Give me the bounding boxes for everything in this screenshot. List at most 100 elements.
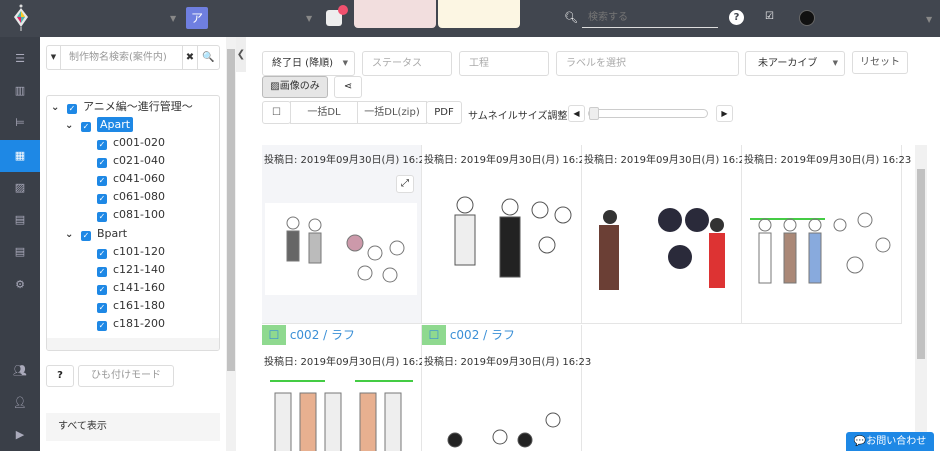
user-add-icon[interactable]: 👤︎ bbox=[0, 387, 40, 419]
tree-item[interactable]: ✓ c121-140 bbox=[97, 261, 165, 279]
pdf-button[interactable]: PDF bbox=[426, 101, 462, 124]
card-checkbox[interactable]: ☐ bbox=[422, 325, 446, 345]
tree-panel-scrollbar[interactable] bbox=[226, 37, 236, 451]
tree-item[interactable]: ✓ c161-180 bbox=[97, 297, 165, 315]
checkbox-icon[interactable]: ✓ bbox=[97, 321, 107, 331]
workspace-dropdown-caret-icon[interactable]: ▼ bbox=[306, 14, 312, 23]
card-thumbnail[interactable] bbox=[265, 375, 417, 451]
tree-horizontal-scrollbar[interactable] bbox=[47, 338, 219, 350]
columns-icon[interactable]: ▥ bbox=[0, 75, 40, 107]
list-icon[interactable]: ☰ bbox=[0, 43, 40, 75]
tree-group-apart[interactable]: ⌄ ✓ Apart bbox=[65, 116, 134, 135]
card-thumbnail[interactable] bbox=[265, 203, 417, 295]
tree-item[interactable]: ✓ c061-080 bbox=[97, 188, 165, 206]
bulk-dl-zip-button[interactable]: 一括DL(zip) bbox=[357, 101, 427, 124]
card[interactable]: ☐ c002 / ラフ 投稿日: 2019年09月30日(月) 16:23 bbox=[422, 325, 591, 451]
tree-item[interactable]: ✓ c041-060 bbox=[97, 170, 165, 188]
sort-select[interactable]: 終了日 (降順) ▼ bbox=[262, 51, 355, 76]
image-icon[interactable]: ▨ bbox=[0, 172, 40, 204]
card-title[interactable]: ☐ c002 / ラフ bbox=[262, 325, 355, 345]
checkbox-icon[interactable]: ✓ bbox=[97, 176, 107, 186]
user-menu-caret-icon[interactable]: ▼ bbox=[926, 15, 932, 24]
tree-icon[interactable]: ⊨ bbox=[0, 107, 40, 139]
card[interactable]: 投稿日: 2019年09月30日(月) 16:23 bbox=[422, 145, 591, 324]
checkbox-icon[interactable]: ✓ bbox=[97, 194, 107, 204]
workspace-avatar[interactable]: ア bbox=[186, 7, 208, 29]
images-only-toggle[interactable]: ▨画像のみ bbox=[262, 76, 328, 98]
card-thumbnail[interactable] bbox=[745, 185, 897, 295]
link-mode-button[interactable]: ひも付けモード bbox=[78, 365, 174, 387]
checkbox-icon[interactable]: ✓ bbox=[97, 212, 107, 222]
checkbox-icon[interactable]: ✓ bbox=[97, 249, 107, 259]
card-title[interactable]: ☐ c002 / ラフ bbox=[422, 325, 515, 345]
top-bar: ▼ ア ▼ 🔍︎ ? ☑ ▼ bbox=[0, 0, 940, 37]
gear-icon[interactable]: ⚙ bbox=[0, 269, 40, 301]
checkbox-icon[interactable]: ✓ bbox=[97, 140, 107, 150]
process-select[interactable]: 工程 bbox=[459, 51, 549, 76]
slider-handle[interactable] bbox=[589, 107, 599, 120]
card-thumbnail[interactable] bbox=[425, 375, 577, 451]
tasks-icon[interactable]: ☑ bbox=[765, 11, 774, 22]
project-dropdown-caret-icon[interactable]: ▼ bbox=[170, 14, 176, 23]
tree-search-input[interactable]: 制作物名検索(案件内) bbox=[61, 46, 183, 69]
show-all-button[interactable]: すべて表示 bbox=[46, 413, 220, 441]
grid-icon[interactable]: ▦ bbox=[0, 140, 40, 172]
user-avatar[interactable] bbox=[799, 10, 815, 26]
search-scope-dropdown[interactable]: ▼ bbox=[47, 46, 61, 69]
item-label: c121-140 bbox=[113, 263, 166, 276]
thumb-decrease-button[interactable]: ◀ bbox=[568, 105, 585, 122]
cream-tab[interactable] bbox=[438, 0, 520, 28]
checkbox-icon[interactable]: ✓ bbox=[97, 158, 107, 168]
help-icon[interactable]: ? bbox=[729, 10, 744, 25]
tree-root[interactable]: ⌄ ✓ アニメ編～進行管理～ bbox=[51, 98, 193, 116]
tree-group-bpart[interactable]: ⌄ ✓ Bpart bbox=[65, 225, 127, 243]
tree-item[interactable]: ✓ c101-120 bbox=[97, 243, 165, 261]
thumb-size-label: サムネイルサイズ調整 bbox=[468, 111, 568, 122]
chevron-down-icon[interactable]: ⌄ bbox=[51, 99, 63, 117]
global-search-input[interactable] bbox=[582, 7, 718, 28]
checkbox-icon[interactable]: ✓ bbox=[97, 303, 107, 313]
thumb-size-slider[interactable] bbox=[588, 107, 708, 120]
reset-button[interactable]: リセット bbox=[852, 51, 908, 74]
contact-button[interactable]: 💬お問い合わせ bbox=[846, 432, 934, 451]
users-icon[interactable]: 👥︎ bbox=[0, 355, 40, 387]
archive-select[interactable]: 未アーカイブ ▼ bbox=[745, 51, 845, 76]
card-checkbox[interactable]: ☐ bbox=[262, 325, 286, 345]
card-thumbnail[interactable] bbox=[585, 185, 737, 300]
thumb-increase-button[interactable]: ▶ bbox=[716, 105, 733, 122]
expand-icon[interactable]: ⤢ bbox=[396, 175, 414, 193]
checkbox-icon[interactable]: ✓ bbox=[97, 267, 107, 277]
select-all-checkbox[interactable]: ☐ bbox=[262, 101, 291, 124]
collapse-panel-button[interactable]: ❮ bbox=[236, 37, 246, 72]
status-select[interactable]: ステータス bbox=[362, 51, 452, 76]
tree-item[interactable]: ✓ c181-200 bbox=[97, 315, 165, 333]
help-button[interactable]: ? bbox=[46, 365, 74, 387]
chevron-down-icon[interactable]: ⌄ bbox=[65, 226, 77, 244]
search-icon[interactable]: 🔍 bbox=[198, 46, 219, 69]
tree-item[interactable]: ✓ c001-020 bbox=[97, 134, 165, 152]
card[interactable]: ☐ c002 / ラフ 投稿日: 2019年09月30日(月) 16:23 bbox=[262, 325, 431, 451]
pink-tab[interactable] bbox=[354, 0, 436, 28]
tree-item[interactable]: ✓ c141-160 bbox=[97, 279, 165, 297]
chevron-down-icon[interactable]: ⌄ bbox=[65, 117, 77, 135]
card-date: 投稿日: 2019年09月30日(月) 16:23 bbox=[424, 155, 592, 166]
card-thumbnail[interactable] bbox=[425, 185, 577, 295]
share-icon[interactable]: ⋖ bbox=[334, 76, 362, 98]
checkbox-icon[interactable]: ✓ bbox=[81, 122, 91, 132]
checkbox-icon[interactable]: ✓ bbox=[97, 285, 107, 295]
main-scrollbar[interactable] bbox=[915, 145, 927, 451]
card[interactable]: 投稿日: 2019年09月30日(月) 16:23 ⤢ bbox=[262, 145, 431, 324]
clear-icon[interactable]: ✖ bbox=[183, 46, 198, 69]
card[interactable]: 投稿日: 2019年09月30日(月) 16:23 bbox=[742, 145, 911, 324]
checkbox-icon[interactable]: ✓ bbox=[67, 104, 77, 114]
tree-item[interactable]: ✓ c021-040 bbox=[97, 152, 165, 170]
bulk-dl-button[interactable]: 一括DL bbox=[290, 101, 358, 124]
card[interactable]: 投稿日: 2019年09月30日(月) 16:23 bbox=[582, 145, 751, 324]
tree-item[interactable]: ✓ c081-100 bbox=[97, 206, 165, 224]
label-select[interactable]: ラベルを選択 bbox=[556, 51, 739, 76]
board-icon[interactable]: ▤ bbox=[0, 204, 40, 236]
checkbox-icon[interactable]: ✓ bbox=[81, 231, 91, 241]
document-icon[interactable]: ▤ bbox=[0, 236, 40, 268]
logo-icon[interactable] bbox=[12, 4, 30, 32]
play-icon[interactable]: ▶ bbox=[0, 419, 40, 451]
